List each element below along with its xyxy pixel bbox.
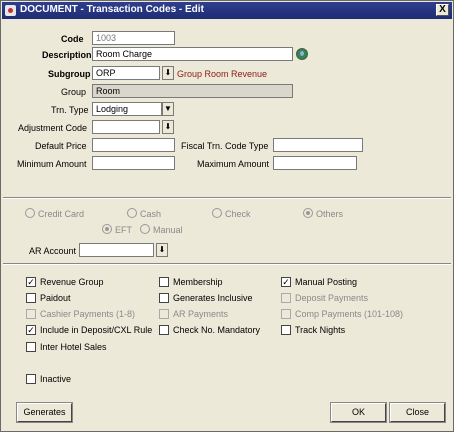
cash-radio[interactable]	[127, 208, 137, 218]
maximum-amount-label: Maximum Amount	[197, 159, 270, 169]
code-label: Code	[61, 34, 84, 44]
comp-payments-checkbox	[281, 309, 291, 319]
track-nights-label: Track Nights	[295, 325, 346, 335]
adjustment-code-field[interactable]	[92, 120, 160, 134]
check-no-mandatory-checkbox[interactable]	[159, 325, 169, 335]
include-deposit-label: Include in Deposit/CXL Rule	[40, 325, 153, 335]
translate-globe-icon[interactable]	[296, 48, 308, 60]
title-bar: DOCUMENT - Transaction Codes - Edit X	[2, 2, 452, 19]
track-nights-checkbox[interactable]	[281, 325, 291, 335]
manual-posting-checkbox[interactable]: ✓	[281, 277, 291, 287]
trn-type-label: Trn. Type	[51, 105, 89, 115]
trn-type-chevron-down-icon[interactable]: ▼	[162, 102, 174, 116]
subgroup-description: Group Room Revenue	[177, 69, 268, 79]
eft-radio[interactable]	[102, 224, 112, 234]
include-deposit-checkbox[interactable]: ✓	[26, 325, 36, 335]
subgroup-label: Subgroup	[48, 69, 91, 79]
paidout-checkbox[interactable]	[26, 293, 36, 303]
membership-label: Membership	[173, 277, 223, 287]
inactive-label: Inactive	[40, 374, 72, 384]
minimum-amount-label: Minimum Amount	[17, 159, 87, 169]
credit-card-label: Credit Card	[38, 209, 85, 219]
inter-hotel-sales-label: Inter Hotel Sales	[40, 342, 107, 352]
description-field[interactable]: Room Charge	[92, 47, 293, 61]
generates-button[interactable]: Generates	[17, 403, 72, 422]
ar-account-field[interactable]	[79, 243, 154, 257]
group-field: Room	[92, 84, 293, 98]
check-label: Check	[225, 209, 251, 219]
comp-payments-label: Comp Payments (101-108)	[295, 309, 404, 319]
minimum-amount-field[interactable]	[92, 156, 175, 170]
app-icon	[5, 5, 16, 16]
description-label: Description	[42, 50, 92, 60]
adjustment-code-dropdown-icon[interactable]: ⬇	[162, 120, 174, 134]
generates-inclusive-checkbox[interactable]	[159, 293, 169, 303]
group-label: Group	[61, 87, 87, 97]
separator	[3, 263, 451, 265]
membership-checkbox[interactable]	[159, 277, 169, 287]
revenue-group-checkbox[interactable]: ✓	[26, 277, 36, 287]
fiscal-trn-code-type-label: Fiscal Trn. Code Type	[181, 141, 269, 151]
code-field[interactable]: 1003	[92, 31, 175, 45]
eft-label: EFT	[115, 225, 132, 235]
ar-payments-label: AR Payments	[173, 309, 229, 319]
ar-payments-checkbox	[159, 309, 169, 319]
default-price-label: Default Price	[35, 141, 87, 151]
deposit-payments-label: Deposit Payments	[295, 293, 369, 303]
revenue-group-label: Revenue Group	[40, 277, 104, 287]
cashier-payments-checkbox	[26, 309, 36, 319]
generates-inclusive-label: Generates Inclusive	[173, 293, 253, 303]
inter-hotel-sales-checkbox[interactable]	[26, 342, 36, 352]
subgroup-field[interactable]: ORP	[92, 66, 160, 80]
deposit-payments-checkbox	[281, 293, 291, 303]
close-button[interactable]: Close	[390, 403, 445, 422]
subgroup-dropdown-icon[interactable]: ⬇	[162, 66, 174, 80]
cashier-payments-label: Cashier Payments (1-8)	[40, 309, 136, 319]
others-label: Others	[316, 209, 344, 219]
default-price-field[interactable]	[92, 138, 175, 152]
manual-label: Manual	[153, 225, 183, 235]
manual-posting-label: Manual Posting	[295, 277, 358, 287]
adjustment-code-label: Adjustment Code	[18, 123, 88, 133]
maximum-amount-field[interactable]	[273, 156, 357, 170]
ar-account-label: AR Account	[29, 246, 77, 256]
paidout-label: Paidout	[40, 293, 71, 303]
others-radio[interactable]	[303, 208, 313, 218]
window-close-button[interactable]: X	[436, 4, 449, 16]
check-radio[interactable]	[212, 208, 222, 218]
fiscal-trn-code-type-field[interactable]	[273, 138, 363, 152]
cash-label: Cash	[140, 209, 162, 219]
ok-button[interactable]: OK	[331, 403, 386, 422]
ar-account-dropdown-icon[interactable]: ⬇	[156, 243, 168, 257]
separator	[3, 197, 451, 199]
credit-card-radio[interactable]	[25, 208, 35, 218]
window-title: DOCUMENT - Transaction Codes - Edit	[20, 4, 204, 15]
inactive-checkbox[interactable]	[26, 374, 36, 384]
manual-radio[interactable]	[140, 224, 150, 234]
trn-type-select[interactable]: Lodging	[92, 102, 162, 116]
dialog-window: DOCUMENT - Transaction Codes - Edit X Co…	[0, 0, 454, 432]
check-no-mandatory-label: Check No. Mandatory	[173, 325, 261, 335]
